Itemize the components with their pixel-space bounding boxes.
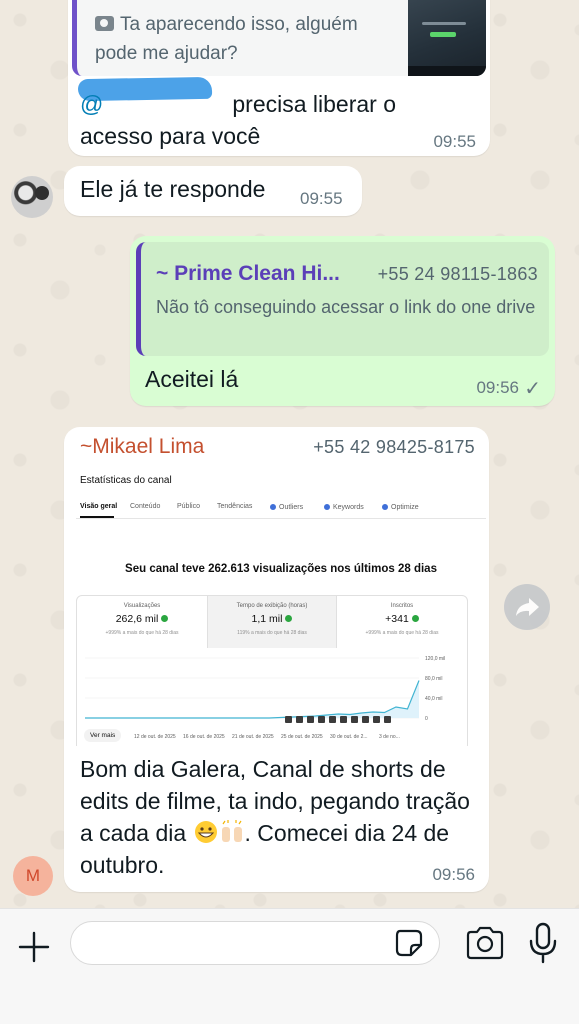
sender-name[interactable]: ~Mikael Lima [80, 435, 204, 459]
stat-value: 262,6 mil [77, 613, 207, 625]
chart-line [85, 680, 420, 719]
message-text: Aceitei lá [145, 366, 239, 392]
check-circle-icon [161, 615, 169, 622]
camera-icon [466, 926, 504, 960]
extension-icon [324, 504, 330, 510]
sent-check-icon: ✓ [524, 378, 541, 400]
mention[interactable]: @ [80, 88, 226, 120]
stat-label: Tempo de exibição (horas) [236, 603, 308, 609]
message-time: 09:55 [433, 132, 476, 151]
chart-y-tick: 120,0 mil [425, 656, 445, 662]
stat-sub: +999% a mais do que há 28 dias [365, 630, 439, 636]
camera-icon [95, 16, 114, 31]
chart-upload-marker [362, 716, 369, 723]
divider [76, 518, 486, 519]
chart-y-tick: 40,0 mil [425, 696, 443, 702]
tab-optimize: Optimize [382, 503, 419, 511]
quoted-text: Ta aparecendo isso, alguém pode me ajuda… [95, 14, 358, 64]
see-more-button: Ver mais [84, 729, 122, 742]
message-text: @ precisa liberar o acesso para você [80, 88, 440, 152]
stat-value: 1,1 mil [208, 613, 336, 625]
message-bubble-outgoing[interactable]: ~ Prime Clean Hi... +55 24 98115-1863 Nã… [130, 236, 555, 406]
chart-upload-marker [296, 716, 303, 723]
chart-upload-marker [318, 716, 325, 723]
camera-button[interactable] [464, 925, 506, 961]
chart-upload-marker [373, 716, 380, 723]
message-bubble[interactable]: Ta aparecendo isso, alguém pode me ajuda… [68, 0, 490, 156]
sticker-icon [395, 929, 423, 957]
stat-label: Visualizações [123, 603, 161, 609]
sticker-button[interactable] [392, 926, 426, 960]
tab-content: Conteúdo [130, 503, 161, 510]
forward-icon [516, 598, 539, 616]
message-text: Bom dia Galera, Canal de shorts de edits… [80, 753, 480, 881]
microphone-button[interactable] [526, 921, 560, 965]
avatar[interactable] [11, 176, 53, 218]
screenshot-headline: Seu canal teve 262.613 visualizações nos… [125, 563, 437, 575]
stats-card: Visualizações 262,6 mil +999% a mais do … [76, 595, 468, 746]
sender-phone: +55 42 98425-8175 [313, 437, 475, 457]
quoted-text-wrap: Ta aparecendo isso, alguém pode me ajuda… [95, 10, 395, 68]
chart-x-tick: 3 de no... [379, 734, 400, 740]
plus-icon [18, 931, 50, 963]
quoted-message[interactable]: ~ Prime Clean Hi... +55 24 98115-1863 Nã… [136, 242, 549, 356]
chart-upload-marker [384, 716, 391, 723]
stat-value: +341 [337, 613, 467, 625]
shared-image[interactable]: Estatísticas do canal Visão geral Conteú… [76, 463, 486, 746]
chart-x-tick: 25 de out. de 2025 [281, 734, 323, 740]
check-circle-icon [411, 615, 419, 622]
quoted-sender: ~ Prime Clean Hi... [156, 262, 340, 285]
stat-subscribers: Inscritos +341 +999% a mais do que há 28… [337, 596, 467, 648]
screenshot-title: Estatísticas do canal [80, 475, 172, 486]
stat-sub: +999% a mais do que há 28 dias [105, 630, 179, 636]
screenshot-tabs: Visão geral Conteúdo Público Tendências … [80, 503, 485, 517]
message-input[interactable] [70, 921, 440, 965]
message-time: 09:56 [432, 865, 475, 884]
message-time: 09:55 [300, 189, 343, 208]
grinning-emoji-icon [194, 821, 217, 843]
chat-area[interactable]: Ta aparecendo isso, alguém pode me ajuda… [0, 0, 579, 908]
chart-x-tick: 30 de out. de 2... [330, 734, 368, 740]
stat-sub: 119% a mais do que há 28 dias [237, 630, 307, 636]
check-circle-icon [285, 615, 293, 622]
chart-upload-marker [340, 716, 347, 723]
chart-x-tick: 21 de out. de 2025 [232, 734, 274, 740]
quoted-message[interactable]: Ta aparecendo isso, alguém pode me ajuda… [72, 0, 486, 76]
chart-upload-marker [307, 716, 314, 723]
chart-upload-marker [351, 716, 358, 723]
extension-icon [382, 504, 388, 510]
chart-upload-marker [285, 716, 292, 723]
avatar[interactable]: M [13, 856, 53, 896]
chart-upload-marker [329, 716, 336, 723]
raising-hands-emoji-icon [221, 820, 242, 842]
message-time: 09:56 [476, 378, 519, 397]
chart-x-tick: 16 de out. de 2025 [183, 734, 225, 740]
tab-audience: Público [177, 503, 200, 510]
quoted-image-thumbnail [408, 0, 486, 76]
composer-bar [0, 908, 579, 1024]
attach-button[interactable] [14, 927, 54, 967]
microphone-icon [529, 922, 557, 964]
tab-overview: Visão geral [80, 503, 118, 510]
message-text: Ele já te responde [80, 176, 266, 202]
forward-button[interactable] [504, 584, 550, 630]
tab-trends: Tendências [217, 503, 253, 510]
chart-x-tick: 12 de out. de 2025 [134, 734, 176, 740]
tab-keywords: Keywords [324, 503, 364, 511]
message-bubble[interactable]: ~Mikael Lima +55 42 98425-8175 Estatísti… [64, 427, 489, 892]
chart-y-tick: 80,0 mil [425, 676, 443, 682]
stat-label: Inscritos [390, 603, 414, 609]
tab-outliers: Outliers [270, 503, 303, 511]
extension-icon [270, 504, 276, 510]
quoted-phone: +55 24 98115-1863 [377, 264, 538, 284]
stat-watch-time: Tempo de exibição (horas) 1,1 mil 119% a… [207, 596, 337, 648]
chart-y-tick: 0 [425, 716, 428, 722]
quoted-text: Não tô conseguindo acessar o link do one… [156, 297, 536, 317]
views-chart: 120,0 mil80,0 mil40,0 mil07 de out.12 de… [85, 656, 445, 740]
stat-views: Visualizações 262,6 mil +999% a mais do … [77, 596, 207, 648]
